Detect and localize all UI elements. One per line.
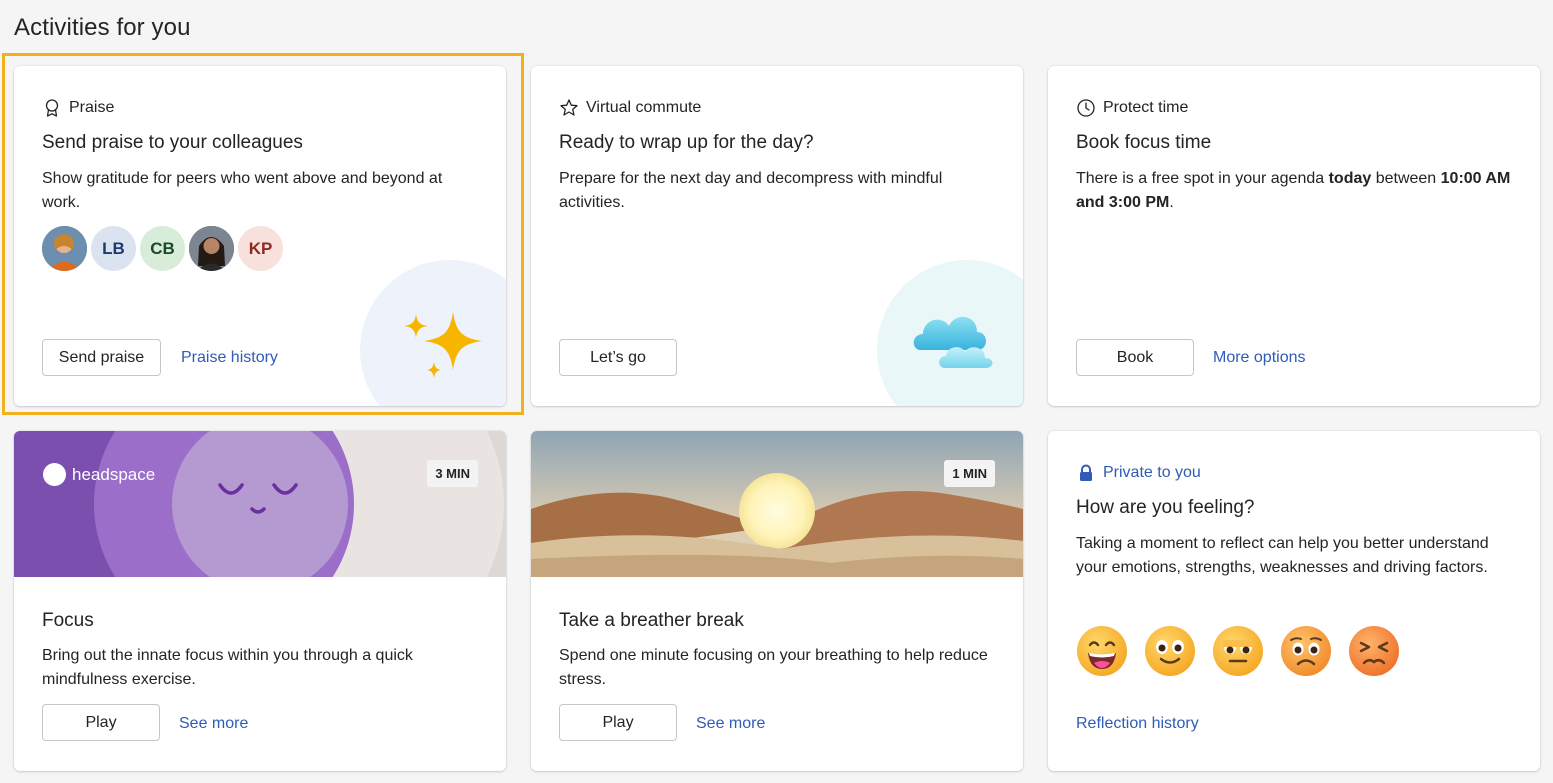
lock-icon bbox=[1080, 464, 1092, 481]
protect-eyebrow: Protect time bbox=[1076, 98, 1188, 118]
avatar[interactable]: LB bbox=[91, 226, 136, 271]
breather-title: Take a breather break bbox=[559, 610, 744, 631]
person-photo-icon bbox=[189, 226, 234, 271]
feeling-eyebrow-label: Private to you bbox=[1103, 464, 1201, 481]
breather-see-more-link[interactable]: See more bbox=[696, 715, 765, 733]
protect-title: Book focus time bbox=[1076, 132, 1212, 153]
more-options-link[interactable]: More options bbox=[1213, 349, 1306, 367]
praise-eyebrow: Praise bbox=[42, 98, 114, 118]
ribbon-icon bbox=[45, 99, 59, 117]
sleepy-face-icon bbox=[218, 483, 298, 514]
avatar[interactable]: KP bbox=[238, 226, 283, 271]
star-icon bbox=[560, 99, 578, 116]
headspace-brand: headspace bbox=[72, 464, 156, 484]
lets-go-button[interactable]: Let’s go bbox=[559, 339, 677, 376]
praise-description: Show gratitude for peers who went above … bbox=[42, 170, 443, 211]
duration-badge: 1 MIN bbox=[944, 460, 995, 487]
praise-card[interactable]: Praise Send praise to your colleagues Sh… bbox=[14, 66, 506, 406]
breather-play-button[interactable]: Play bbox=[559, 704, 677, 741]
book-button[interactable]: Book bbox=[1076, 339, 1194, 376]
feeling-title: How are you feeling? bbox=[1076, 497, 1255, 518]
feeling-card[interactable]: Private to you How are you feeling? Taki… bbox=[1048, 431, 1540, 771]
very-happy-face-icon[interactable] bbox=[1076, 625, 1128, 677]
headspace-banner: headspace 3 MIN bbox=[14, 431, 506, 577]
focus-see-more-link[interactable]: See more bbox=[179, 715, 248, 733]
praise-eyebrow-label: Praise bbox=[69, 99, 115, 116]
breather-description: Spend one minute focusing on your breath… bbox=[559, 647, 988, 688]
focus-play-button[interactable]: Play bbox=[42, 704, 160, 741]
protect-desc-text: between bbox=[1371, 170, 1441, 187]
avatar[interactable] bbox=[42, 226, 87, 271]
virtual-commute-card[interactable]: Virtual commute Ready to wrap up for the… bbox=[531, 66, 1023, 406]
upset-face-icon[interactable] bbox=[1348, 625, 1400, 677]
protect-eyebrow-label: Protect time bbox=[1103, 99, 1189, 116]
avatar[interactable] bbox=[189, 226, 234, 271]
landscape-sunset-image bbox=[531, 431, 1023, 577]
breather-card[interactable]: 1 MIN Take a breather break Spend one mi… bbox=[531, 431, 1023, 771]
person-photo-icon bbox=[42, 226, 87, 271]
protect-desc-text: There is a free spot in your agenda bbox=[1076, 170, 1329, 187]
feeling-description: Taking a moment to reflect can help you … bbox=[1076, 535, 1489, 576]
neutral-face-icon[interactable] bbox=[1212, 625, 1264, 677]
commute-eyebrow: Virtual commute bbox=[559, 98, 701, 118]
mood-picker bbox=[1076, 625, 1400, 677]
protect-desc-text: . bbox=[1169, 194, 1174, 211]
headspace-logo: headspace bbox=[43, 463, 155, 486]
page-title: Activities for you bbox=[14, 14, 191, 41]
commute-eyebrow-label: Virtual commute bbox=[586, 99, 702, 116]
breather-banner: 1 MIN bbox=[531, 431, 1023, 577]
praise-history-link[interactable]: Praise history bbox=[181, 349, 278, 367]
avatar[interactable]: CB bbox=[140, 226, 185, 271]
commute-description: Prepare for the next day and decompress … bbox=[559, 170, 943, 211]
worried-face-icon[interactable] bbox=[1280, 625, 1332, 677]
protect-description: There is a free spot in your agenda toda… bbox=[1076, 167, 1516, 215]
protect-desc-day: today bbox=[1328, 170, 1372, 187]
focus-description: Bring out the innate focus within you th… bbox=[42, 647, 413, 688]
commute-title: Ready to wrap up for the day? bbox=[559, 132, 814, 153]
focus-card[interactable]: headspace 3 MIN Focus Bring out the inna… bbox=[14, 431, 506, 771]
duration-badge: 3 MIN bbox=[427, 460, 478, 487]
sparkles-icon bbox=[404, 312, 482, 378]
headspace-dot-icon bbox=[43, 463, 66, 486]
praise-title: Send praise to your colleagues bbox=[42, 132, 303, 153]
colleague-avatars: LB CB KP bbox=[42, 226, 283, 271]
protect-time-card[interactable]: Protect time Book focus time There is a … bbox=[1048, 66, 1540, 406]
happy-face-icon[interactable] bbox=[1144, 625, 1196, 677]
reflection-history-link[interactable]: Reflection history bbox=[1076, 715, 1199, 733]
send-praise-button[interactable]: Send praise bbox=[42, 339, 161, 376]
focus-title: Focus bbox=[42, 610, 94, 631]
cloud-icon bbox=[913, 316, 993, 368]
clock-icon bbox=[1077, 99, 1095, 117]
feeling-eyebrow: Private to you bbox=[1076, 463, 1201, 483]
